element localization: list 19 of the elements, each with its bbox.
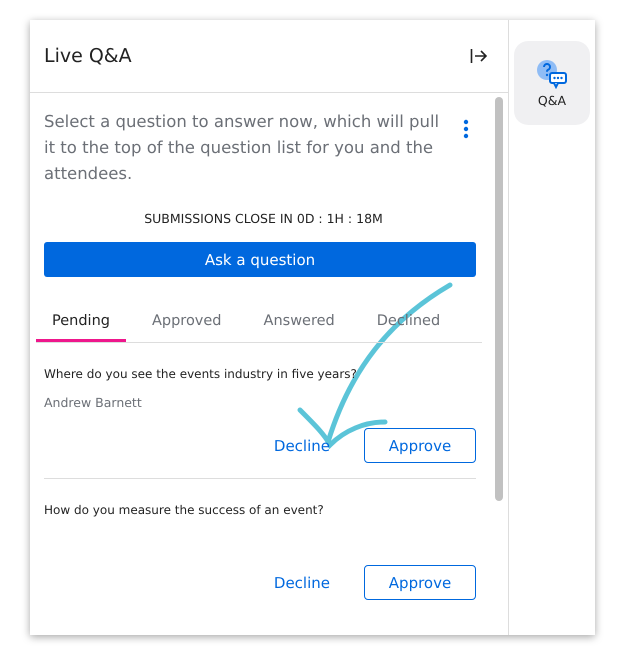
qa-sidebar-item[interactable]: Q&A	[514, 41, 590, 125]
tab[interactable]: Pending	[36, 305, 126, 342]
approve-button[interactable]: Approve	[364, 565, 476, 600]
more-options-icon[interactable]	[463, 119, 469, 139]
author-name: Andrew Barnett	[44, 395, 143, 410]
decline-button[interactable]: Decline	[268, 436, 336, 456]
instruction-text: Select a question to answer now, which will pull it to the top of the question list for you and the attendees.	[44, 111, 440, 185]
tab[interactable]: Approved	[136, 305, 238, 342]
ask-question-button[interactable]: Ask a question	[44, 242, 476, 277]
chat-question-icon	[536, 58, 568, 88]
tab[interactable]: Answered	[248, 305, 351, 342]
approve-button[interactable]: Approve	[364, 428, 476, 463]
question-text: How do you measure the success of an event?	[44, 503, 325, 517]
collapse-panel-icon[interactable]	[470, 48, 488, 64]
scrollbar-thumb[interactable]	[495, 97, 503, 501]
decline-button[interactable]: Decline	[268, 572, 336, 592]
panel-title: Live Q&A	[44, 45, 132, 67]
countdown-text: SUBMISSIONS CLOSE IN 0D : 1H : 18M	[143, 211, 384, 226]
question-text: Where do you see the events industry in five years?	[44, 367, 358, 381]
